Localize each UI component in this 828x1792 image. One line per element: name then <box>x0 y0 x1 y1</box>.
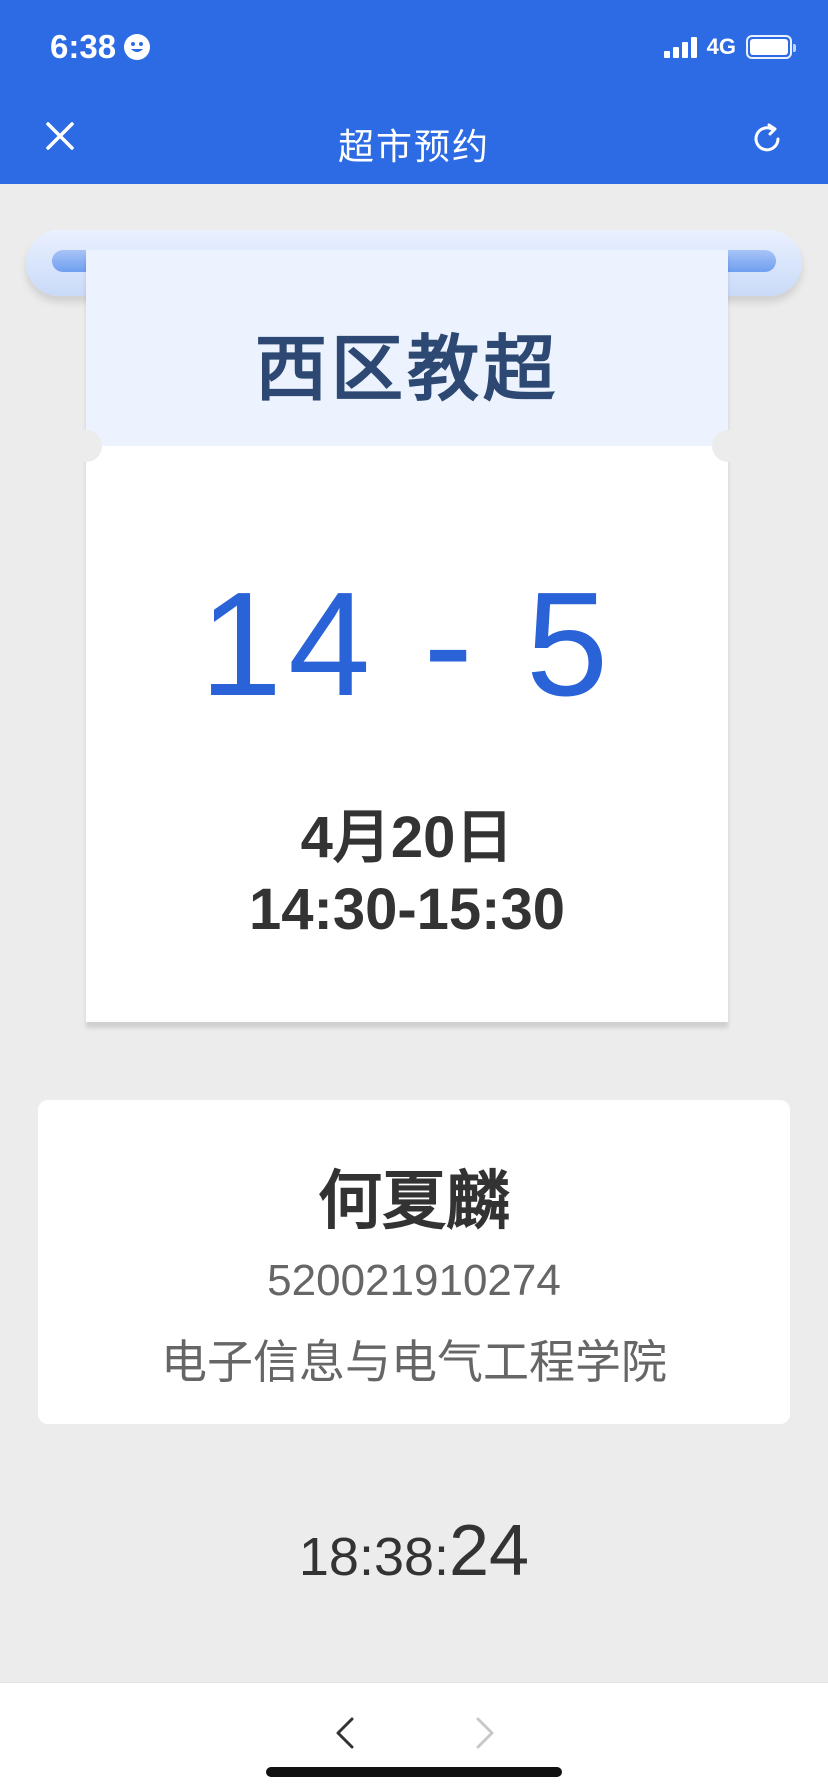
status-time-text: 6:38 <box>50 28 117 65</box>
forward-arrow-icon[interactable] <box>470 1713 500 1753</box>
browser-toolbar <box>0 1682 828 1792</box>
smiley-icon <box>124 34 151 60</box>
ticket-notch-left <box>70 430 102 462</box>
reservation-time-range: 14:30-15:30 <box>249 877 565 942</box>
page-title: 超市预约 <box>337 126 490 167</box>
clock-seconds: 24 <box>449 1511 530 1591</box>
user-department: 电子信息与电气工程学院 <box>161 1336 667 1388</box>
clock-hours-minutes: 18:38: <box>298 1527 450 1587</box>
user-name: 何夏麟 <box>318 1165 510 1237</box>
student-id: 520021910274 <box>267 1256 561 1305</box>
nav-bar: 超市预约 <box>0 92 828 184</box>
live-clock: 18:38:24 <box>0 1510 828 1592</box>
home-indicator[interactable] <box>266 1767 562 1777</box>
status-indicators: 4G <box>663 34 796 60</box>
status-time: 6:38 <box>50 28 151 66</box>
ticket-notch-right <box>712 430 744 462</box>
back-arrow-icon[interactable] <box>330 1713 360 1753</box>
network-type: 4G <box>706 34 736 59</box>
battery-icon <box>746 35 796 59</box>
refresh-icon[interactable] <box>750 122 784 156</box>
reservation-ticket: 西区教超 14 - 5 4月20日 14:30-15:30 <box>70 250 744 1022</box>
ticket-header: 西区教超 <box>86 250 728 446</box>
reservation-date: 4月20日 <box>300 805 514 870</box>
signal-icon <box>663 36 697 58</box>
status-bar: 6:38 4G <box>0 0 828 92</box>
store-name: 西区教超 <box>254 330 559 410</box>
slot-number: 14 - 5 <box>199 562 615 727</box>
user-info-card: 何夏麟 520021910274 电子信息与电气工程学院 <box>38 1100 790 1424</box>
